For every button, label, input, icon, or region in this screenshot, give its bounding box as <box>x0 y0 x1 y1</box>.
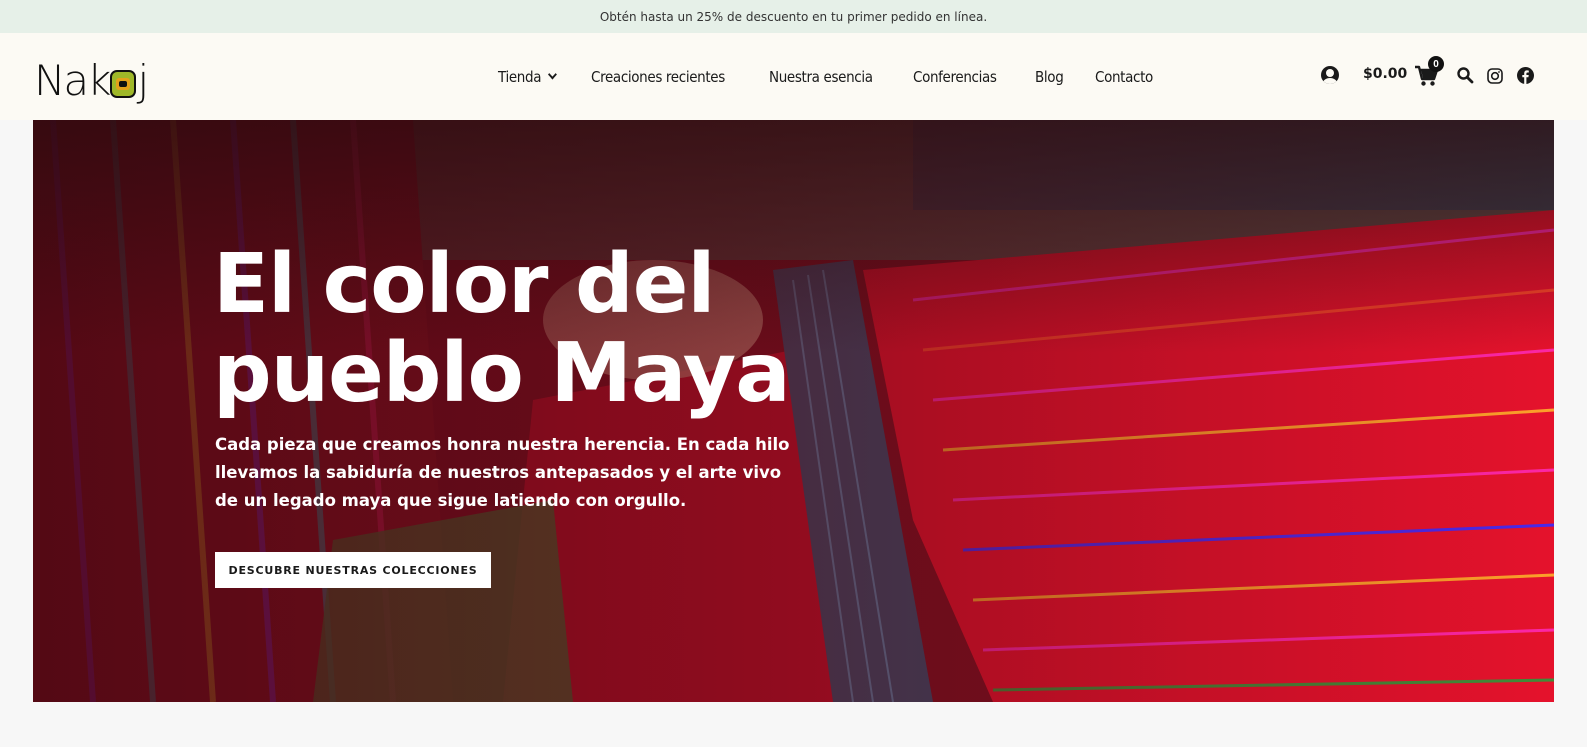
nav-item-creaciones-recientes[interactable]: Creaciones recientes <box>591 68 725 86</box>
instagram-icon[interactable] <box>1487 68 1503 84</box>
search-icon[interactable] <box>1456 66 1474 84</box>
hero-title: El color del pueblo Maya <box>213 240 913 418</box>
nav-item-conferencias[interactable]: Conferencias <box>913 68 997 86</box>
nav-item-blog[interactable]: Blog <box>1034 67 1064 86</box>
hero-title-line-2: pueblo Maya <box>213 326 791 421</box>
nav-item-label: Tienda <box>498 67 542 86</box>
nav-item-label: Nuestra esencia <box>768 67 873 86</box>
nav-item-label: Blog <box>1034 67 1064 86</box>
header-utilities: $0.00 0 <box>1287 33 1587 120</box>
nav-item-tienda[interactable]: Tienda <box>498 67 557 86</box>
logo-text: Nak <box>34 56 111 105</box>
nav-item-label: Contacto <box>1095 67 1154 86</box>
site-header: Nak j Tienda Creaciones recientes Nuestr… <box>0 33 1587 120</box>
main-nav: Tienda Creaciones recientes Nuestra esen… <box>498 33 1189 120</box>
chevron-down-icon <box>547 69 557 80</box>
promo-bar: Obtén hasta un 25% de descuento en tu pr… <box>0 0 1587 33</box>
hero-title-line-1: El color del <box>213 237 715 332</box>
account-icon[interactable] <box>1321 66 1339 84</box>
nav-item-contacto[interactable]: Contacto <box>1095 68 1153 86</box>
logo-mask-icon <box>110 70 137 98</box>
nav-item-label: Conferencias <box>912 67 997 86</box>
cart-count-badge: 0 <box>1428 56 1444 72</box>
logo-text-end: j <box>137 56 150 105</box>
discover-collections-button[interactable]: DESCUBRE NUESTRAS COLECCIONES <box>215 552 491 588</box>
cart-total[interactable]: $0.00 <box>1363 66 1407 82</box>
nav-item-label: Creaciones recientes <box>590 67 725 86</box>
brand-logo[interactable]: Nak j <box>34 50 149 102</box>
hero-description: Cada pieza que creamos honra nuestra her… <box>215 435 790 510</box>
facebook-icon[interactable] <box>1517 67 1534 84</box>
hero-banner: El color del pueblo Maya Cada pieza que … <box>33 120 1554 702</box>
promo-text: Obtén hasta un 25% de descuento en tu pr… <box>599 9 988 24</box>
nav-item-nuestra-esencia[interactable]: Nuestra esencia <box>769 68 873 86</box>
